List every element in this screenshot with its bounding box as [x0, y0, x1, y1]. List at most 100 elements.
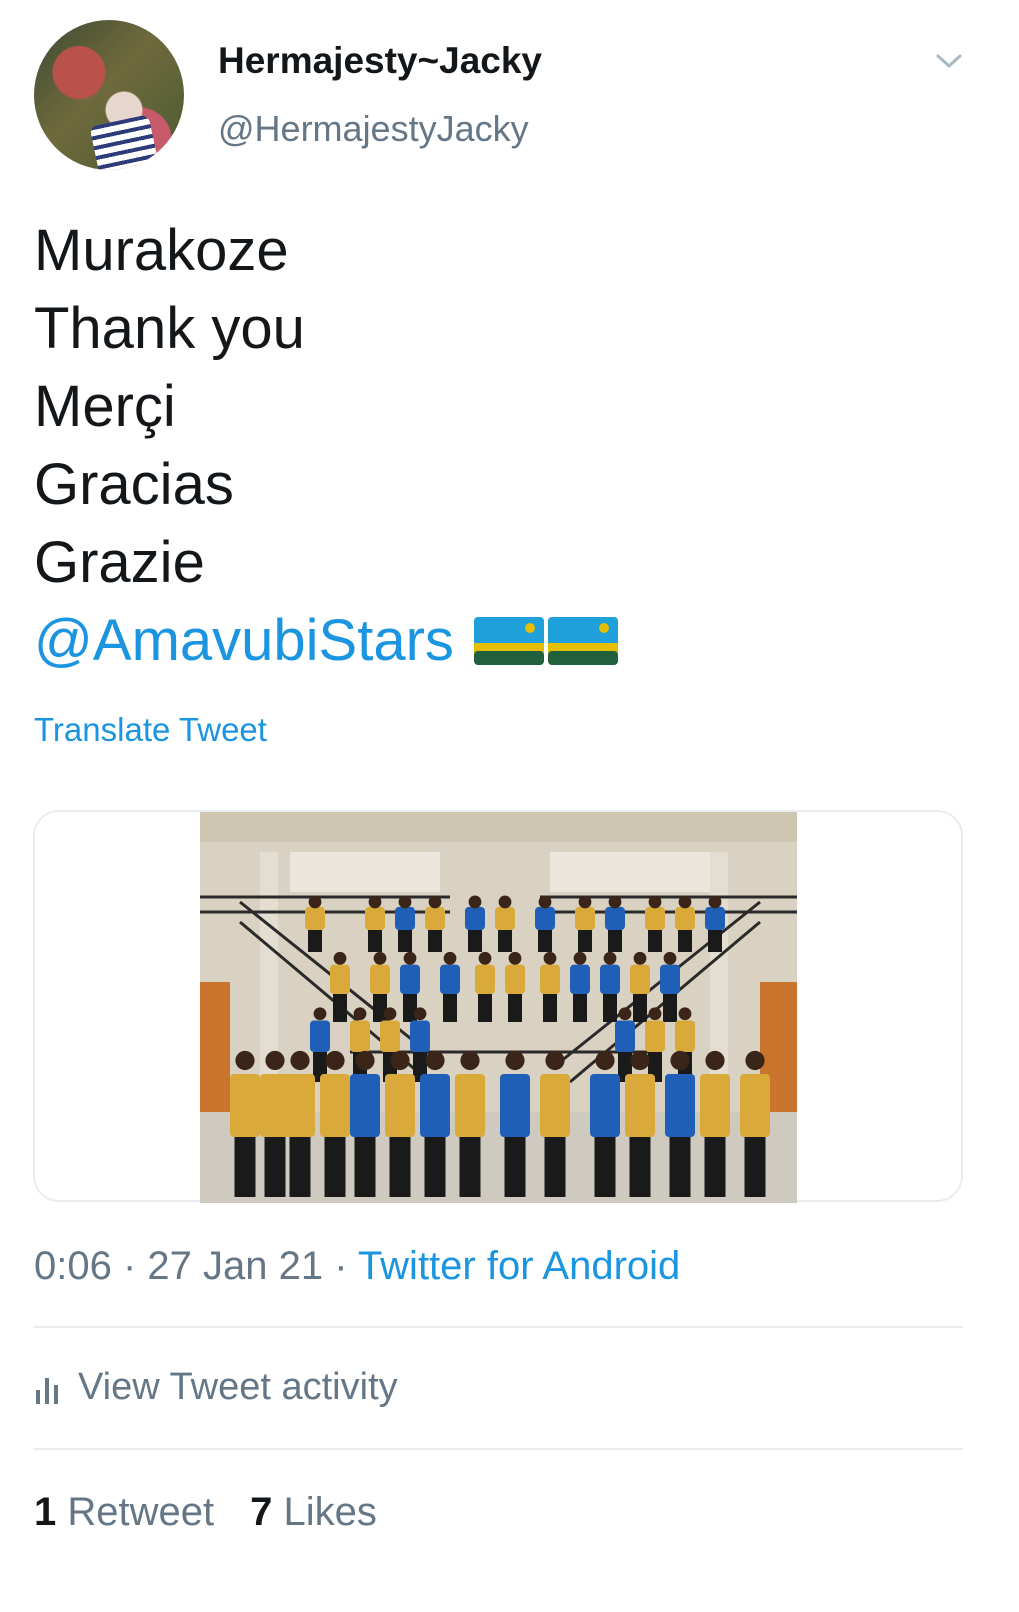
player-legs: [648, 930, 662, 952]
player-jersey: [605, 906, 625, 930]
player-head: [630, 1050, 650, 1071]
player-legs: [428, 930, 442, 952]
player-head: [545, 1050, 565, 1071]
player-jersey: [625, 1074, 655, 1137]
player-legs: [459, 1137, 481, 1197]
player-legs: [308, 930, 322, 952]
player-jersey: [645, 906, 665, 930]
player-legs: [669, 1137, 691, 1197]
view-tweet-activity-label: View Tweet activity: [78, 1366, 398, 1408]
player-jersey: [310, 1020, 330, 1052]
player-jersey: [700, 1074, 730, 1137]
tweet-photo[interactable]: [200, 812, 797, 1203]
player-head: [648, 895, 662, 909]
player-legs: [478, 994, 492, 1022]
player-jersey: [365, 906, 385, 930]
player-head: [505, 1050, 525, 1071]
avatar-detail: [89, 114, 159, 170]
retweets-stat[interactable]: 1 Retweet: [34, 1490, 214, 1534]
mention-link[interactable]: @AmavubiStars: [34, 608, 454, 673]
player-jersey: [330, 964, 350, 994]
player-head: [398, 895, 412, 909]
player-legs: [543, 994, 557, 1022]
tweet-line: Thank you: [34, 296, 305, 361]
avatar[interactable]: [34, 20, 184, 170]
player-jersey: [400, 964, 420, 994]
likes-count: 7: [250, 1490, 273, 1534]
retweets-count: 1: [34, 1490, 57, 1534]
player-jersey: [505, 964, 525, 994]
player-legs: [504, 1137, 526, 1197]
player-jersey: [570, 964, 590, 994]
player-head: [498, 895, 512, 909]
player-legs: [354, 1137, 376, 1197]
player-head: [573, 951, 587, 965]
player-legs: [603, 994, 617, 1022]
player-jersey: [285, 1074, 315, 1137]
player-jersey: [370, 964, 390, 994]
player-jersey: [475, 964, 495, 994]
player-head: [678, 1007, 692, 1021]
player-legs: [389, 1137, 411, 1197]
chevron-down-icon[interactable]: [934, 46, 964, 76]
tweet-line: Merçi: [34, 374, 176, 439]
view-tweet-activity-link[interactable]: View Tweet activity: [34, 1366, 398, 1409]
tweet-line: Murakoze: [34, 218, 289, 283]
player-jersey: [630, 964, 650, 994]
player-legs: [594, 1137, 616, 1197]
player-head: [425, 1050, 445, 1071]
player-jersey: [645, 1020, 665, 1052]
tweet-meta: 0:06 · 27 Jan 21 · Twitter for Android: [34, 1244, 680, 1289]
player-head: [678, 895, 692, 909]
player-legs: [398, 930, 412, 952]
player-jersey: [740, 1074, 770, 1137]
player-head: [308, 895, 322, 909]
player-jersey: [410, 1020, 430, 1052]
player-head: [595, 1050, 615, 1071]
player-head: [403, 951, 417, 965]
player-legs: [663, 994, 677, 1022]
player-legs: [324, 1137, 346, 1197]
player-jersey: [350, 1074, 380, 1137]
tweet-date: 27 Jan 21: [147, 1244, 324, 1288]
player-legs: [538, 930, 552, 952]
player-jersey: [425, 906, 445, 930]
meta-separator: ·: [323, 1244, 358, 1288]
player-jersey: [600, 964, 620, 994]
player-head: [648, 1007, 662, 1021]
player-head: [705, 1050, 725, 1071]
player-head: [708, 895, 722, 909]
translate-tweet-link[interactable]: Translate Tweet: [34, 711, 267, 749]
player-head: [333, 951, 347, 965]
player-legs: [373, 994, 387, 1022]
meta-separator: ·: [111, 1244, 148, 1288]
player-legs: [424, 1137, 446, 1197]
likes-label: Likes: [283, 1490, 377, 1534]
player-head: [313, 1007, 327, 1021]
player-jersey: [540, 964, 560, 994]
player-jersey: [675, 1020, 695, 1052]
tweet-source-link[interactable]: Twitter for Android: [358, 1244, 680, 1288]
player-head: [353, 1007, 367, 1021]
tweet-line: Grazie: [34, 530, 205, 595]
player-head: [633, 951, 647, 965]
player-legs: [468, 930, 482, 952]
player-jersey: [705, 906, 725, 930]
player-jersey: [675, 906, 695, 930]
player-head: [325, 1050, 345, 1071]
player-jersey: [320, 1074, 350, 1137]
rwanda-flag-icon: [548, 616, 619, 665]
author-handle[interactable]: @HermajestyJacky: [218, 108, 529, 150]
player-legs: [508, 994, 522, 1022]
divider: [33, 1326, 963, 1328]
player-head: [460, 1050, 480, 1071]
player-head: [670, 1050, 690, 1071]
likes-stat[interactable]: 7 Likes: [250, 1490, 377, 1534]
player-head: [355, 1050, 375, 1071]
tweet-text: Murakoze Thank you Merçi Gracias Grazie: [34, 212, 305, 602]
player-legs: [633, 994, 647, 1022]
player-jersey: [540, 1074, 570, 1137]
player-legs: [498, 930, 512, 952]
player-legs: [744, 1137, 766, 1197]
author-display-name[interactable]: Hermajesty~Jacky: [218, 40, 542, 82]
